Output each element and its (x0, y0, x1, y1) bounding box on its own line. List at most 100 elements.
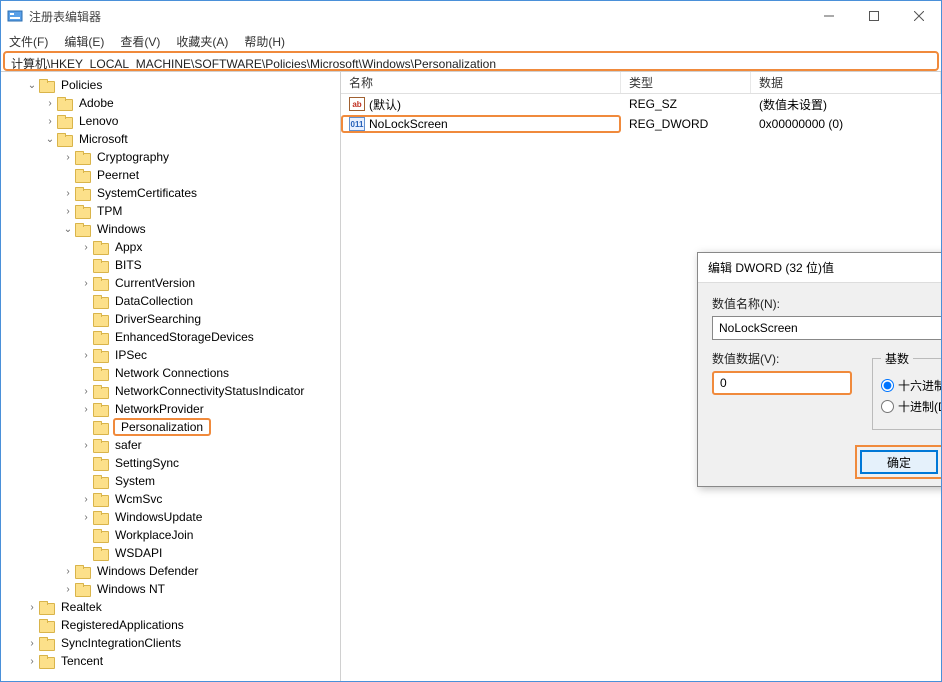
caret-icon[interactable]: ⌄ (61, 224, 75, 235)
caret-icon[interactable]: › (61, 152, 75, 163)
radix-dec-radio[interactable] (881, 400, 894, 413)
tree-item-networkconnectivitystatusindicator[interactable]: ›NetworkConnectivityStatusIndicator (79, 382, 340, 400)
tree-item-label: Windows (95, 222, 148, 236)
folder-icon (93, 385, 109, 398)
tree-item-currentversion[interactable]: › CurrentVersion (79, 274, 340, 292)
tree-item-label: Cryptography (95, 150, 171, 164)
radix-hex-radio[interactable] (881, 379, 894, 392)
caret-icon[interactable]: › (61, 188, 75, 199)
dialog-close-button[interactable] (869, 261, 941, 275)
tree-item-policies[interactable]: ⌄Policies (25, 76, 340, 94)
caret-icon[interactable]: › (79, 404, 93, 415)
tree-item-label: safer (113, 438, 144, 452)
folder-icon (93, 367, 109, 380)
tree-item-windowsupdate[interactable]: ›WindowsUpdate (79, 508, 340, 526)
col-header-data[interactable]: 数据 (751, 72, 941, 93)
tree-item-network-connections[interactable]: Network Connections (79, 364, 340, 382)
ok-button[interactable]: 确定 (860, 450, 938, 474)
caret-icon[interactable]: › (61, 206, 75, 217)
tree-item-tencent[interactable]: ›Tencent (25, 652, 340, 670)
menu-edit[interactable]: 编辑(E) (62, 32, 106, 51)
tree-item-peernet[interactable]: Peernet (61, 166, 340, 184)
list-header: 名称 类型 数据 (341, 72, 941, 94)
col-header-name[interactable]: 名称 (341, 72, 621, 93)
value-data-label: 数值数据(V): (712, 350, 852, 367)
caret-icon[interactable]: › (25, 602, 39, 613)
tree-item-settingsync[interactable]: SettingSync (79, 454, 340, 472)
tree-item-systemcertificates[interactable]: ›SystemCertificates (61, 184, 340, 202)
minimize-button[interactable] (806, 1, 851, 31)
caret-icon[interactable]: › (79, 350, 93, 361)
tree-item-safer[interactable]: › safer (79, 436, 340, 454)
list-pane[interactable]: 名称 类型 数据 ab(默认)REG_SZ(数值未设置)011NoLockScr… (341, 72, 941, 681)
tree-item-wsdapi[interactable]: WSDAPI (79, 544, 340, 562)
caret-icon[interactable]: › (43, 116, 57, 127)
caret-icon[interactable]: › (61, 584, 75, 595)
tree-item-syncintegrationclients[interactable]: ›SyncIntegrationClients (25, 634, 340, 652)
list-row[interactable]: ab(默认)REG_SZ(数值未设置) (341, 94, 941, 114)
caret-icon[interactable]: ⌄ (43, 134, 57, 145)
tree-item-networkprovider[interactable]: › NetworkProvider (79, 400, 340, 418)
maximize-button[interactable] (851, 1, 896, 31)
tree-item-appx[interactable]: ›Appx (79, 238, 340, 256)
folder-icon (93, 403, 109, 416)
tree-pane[interactable]: ⌄Policies › Adobe ›Lenovo⌄Microsoft › Cryptog… (1, 72, 341, 681)
close-button[interactable] (896, 1, 941, 31)
address-bar[interactable]: 计算机\HKEY_LOCAL_MACHINE\SOFTWARE\Policies… (3, 51, 939, 71)
value-type: REG_DWORD (621, 117, 751, 131)
tree-item-microsoft[interactable]: ⌄Microsoft (43, 130, 340, 148)
folder-icon (39, 79, 55, 92)
tree-item-wcmsvc[interactable]: ›WcmSvc (79, 490, 340, 508)
value-name: (默认) (369, 96, 401, 113)
tree-item-label: Adobe (77, 96, 116, 110)
radix-hex-label: 十六进制(H) (898, 377, 941, 394)
caret-icon[interactable]: › (79, 512, 93, 523)
tree-item-workplacejoin[interactable]: WorkplaceJoin (79, 526, 340, 544)
caret-icon[interactable]: › (25, 656, 39, 667)
tree-item-adobe[interactable]: › Adobe (43, 94, 340, 112)
tree-item-system[interactable]: System (79, 472, 340, 490)
tree-item-windows-defender[interactable]: ›Windows Defender (61, 562, 340, 580)
menu-file[interactable]: 文件(F) (7, 32, 50, 51)
tree-item-label: Personalization (113, 418, 211, 436)
radix-hex-option[interactable]: 十六进制(H) (881, 377, 941, 394)
caret-icon[interactable]: › (79, 386, 93, 397)
caret-icon[interactable]: ⌄ (25, 80, 39, 91)
tree-item-registeredapplications[interactable]: RegisteredApplications (25, 616, 340, 634)
tree-item-cryptography[interactable]: › Cryptography (61, 148, 340, 166)
tree-item-tpm[interactable]: ›TPM (61, 202, 340, 220)
tree-item-bits[interactable]: BITS (79, 256, 340, 274)
menu-favorites[interactable]: 收藏夹(A) (174, 32, 230, 51)
caret-icon[interactable]: › (43, 98, 57, 109)
tree-item-realtek[interactable]: ›Realtek (25, 598, 340, 616)
caret-icon[interactable]: › (79, 494, 93, 505)
tree-item-lenovo[interactable]: ›Lenovo (43, 112, 340, 130)
value-data-input[interactable] (712, 371, 852, 395)
folder-icon (57, 115, 73, 128)
tree-item-ipsec[interactable]: ›IPSec (79, 346, 340, 364)
tree-item-label: NetworkProvider (113, 402, 206, 416)
radix-dec-option[interactable]: 十进制(D) (881, 398, 941, 415)
menu-help[interactable]: 帮助(H) (242, 32, 287, 51)
tree-item-datacollection[interactable]: DataCollection (79, 292, 340, 310)
caret-icon[interactable]: › (61, 566, 75, 577)
tree-item-personalization[interactable]: Personalization (79, 418, 340, 436)
tree-item-enhancedstoragedevices[interactable]: EnhancedStorageDevices (79, 328, 340, 346)
value-name-input[interactable] (712, 316, 941, 340)
list-row[interactable]: 011NoLockScreenREG_DWORD0x00000000 (0) (341, 114, 941, 134)
tree-item-windows[interactable]: ⌄ Windows (61, 220, 340, 238)
caret-icon[interactable]: › (79, 278, 93, 289)
col-header-type[interactable]: 类型 (621, 72, 751, 93)
folder-icon (93, 331, 109, 344)
tree-item-label: EnhancedStorageDevices (113, 330, 256, 344)
string-value-icon: ab (349, 97, 365, 111)
caret-icon[interactable]: › (25, 638, 39, 649)
tree-item-driversearching[interactable]: DriverSearching (79, 310, 340, 328)
tree-item-label: Peernet (95, 168, 141, 182)
folder-icon (75, 151, 91, 164)
tree-item-windows-nt[interactable]: ›Windows NT (61, 580, 340, 598)
caret-icon[interactable]: › (79, 440, 93, 451)
menu-view[interactable]: 查看(V) (118, 32, 162, 51)
tree-item-label: CurrentVersion (113, 276, 197, 290)
caret-icon[interactable]: › (79, 242, 93, 253)
